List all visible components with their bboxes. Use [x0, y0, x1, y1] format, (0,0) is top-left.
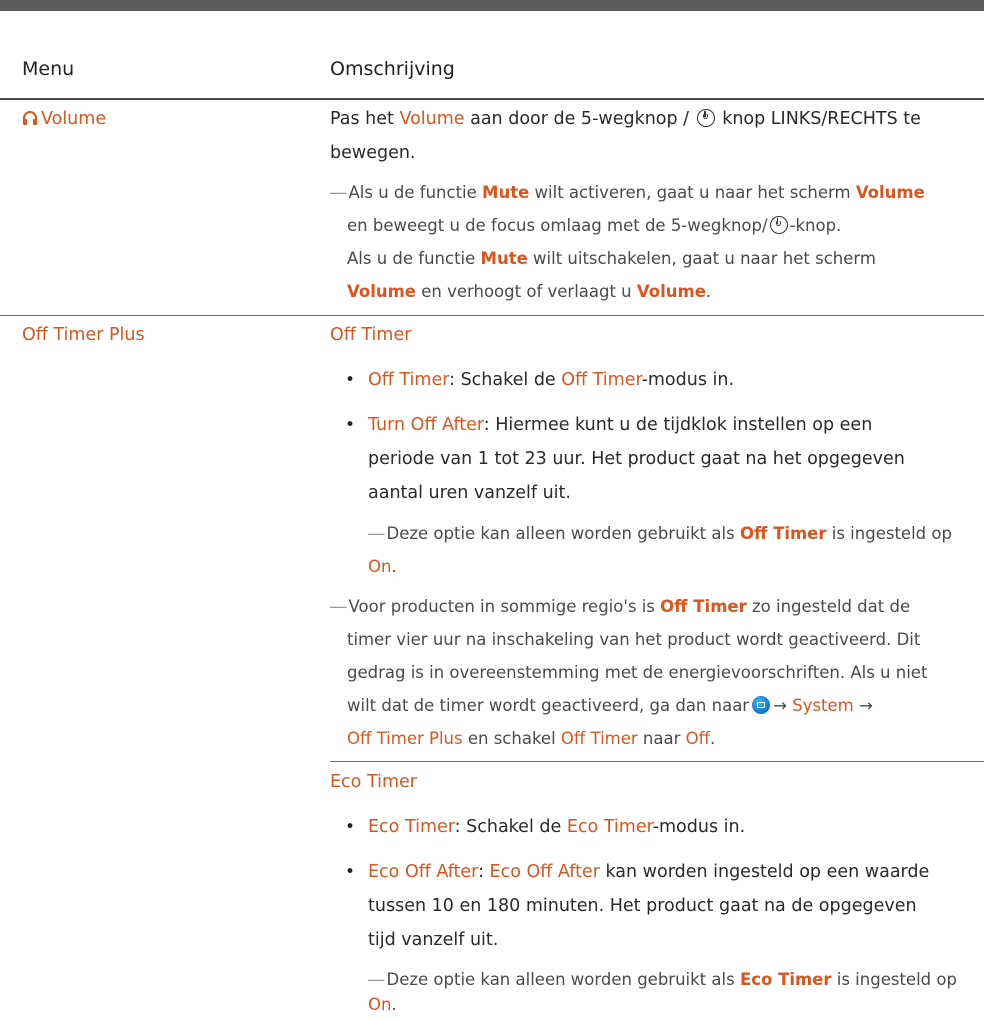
off-timer-note-2-line4: wilt dat de timer wordt geactiveerd, ga … — [347, 696, 873, 715]
header-divider — [0, 98, 984, 100]
eco-timer-bullet-2-line3: tijd vanzelf uit. — [368, 930, 499, 950]
off-timer-bullet-1: Off Timer: Schakel de Off Timer-modus in… — [368, 370, 735, 390]
volume-note-line2: en beweegt u de focus omlaag met de 5-we… — [347, 216, 842, 235]
eco-timer-note-line1: ― Deze optie kan alleen worden gebruikt a… — [368, 970, 957, 989]
off-timer-note-1-line2: On. — [368, 557, 397, 576]
off-timer-note-2-line2: timer vier uur na inschakeling van het p… — [347, 630, 921, 649]
column-header-description: Omschrijving — [330, 58, 455, 80]
off-timer-note-1-line1: ― Deze optie kan alleen worden gebruikt a… — [368, 524, 952, 543]
bullet: • — [345, 817, 356, 837]
menu-item-volume: Volume — [22, 102, 106, 136]
off-timer-note-2-line3: gedrag is in overeenstemming met de ener… — [347, 663, 928, 682]
off-timer-bullet-2-line3: aantal uren vanzelf uit. — [368, 483, 571, 503]
volume-note-line4: Volume en verhoogt of verlaagt u Volume. — [347, 282, 712, 301]
section-title-off-timer: Off Timer — [330, 325, 412, 345]
eco-timer-bullet-2-line2: tussen 10 en 180 minuten. Het product ga… — [368, 896, 917, 916]
menu-item-off-timer-plus: Off Timer Plus — [22, 325, 145, 345]
bullet: • — [345, 370, 356, 390]
headphones-icon — [23, 111, 37, 125]
eco-timer-note-line2: On. — [368, 995, 397, 1014]
volume-note-line3: Als u de functie Mute wilt uitschakelen,… — [347, 249, 876, 268]
row-divider — [0, 315, 984, 316]
eco-timer-bullet-1: Eco Timer: Schakel de Eco Timer-modus in… — [368, 817, 746, 837]
home-menu-icon — [752, 696, 771, 714]
power-button-icon — [696, 109, 715, 127]
off-timer-note-2-line1: ― Voor producten in sommige regio's is Of… — [330, 597, 911, 616]
off-timer-bullet-2-line1: Turn Off After: Hiermee kunt u de tijdkl… — [368, 415, 873, 435]
volume-desc-line2: bewegen. — [330, 143, 416, 163]
section-divider — [330, 761, 984, 762]
bullet: • — [345, 415, 356, 435]
column-header-menu: Menu — [22, 58, 75, 80]
top-rule — [0, 0, 984, 11]
eco-timer-bullet-2-line1: Eco Off After: Eco Off After kan worden … — [368, 862, 930, 882]
menu-item-volume-label: Volume — [41, 109, 107, 129]
section-title-eco-timer: Eco Timer — [330, 772, 417, 792]
volume-note-line1: ― Als u de functie Mute wilt activeren, g… — [330, 183, 925, 202]
power-button-icon — [769, 216, 788, 234]
bullet: • — [345, 862, 356, 882]
off-timer-note-2-line5: Off Timer Plus en schakel Off Timer naar… — [347, 729, 716, 748]
off-timer-bullet-2-line2: periode van 1 tot 23 uur. Het product ga… — [368, 449, 905, 469]
note-dash: ― — [330, 183, 347, 202]
volume-desc-line1: Pas het Volume aan door de 5-wegknop / k… — [330, 109, 921, 129]
